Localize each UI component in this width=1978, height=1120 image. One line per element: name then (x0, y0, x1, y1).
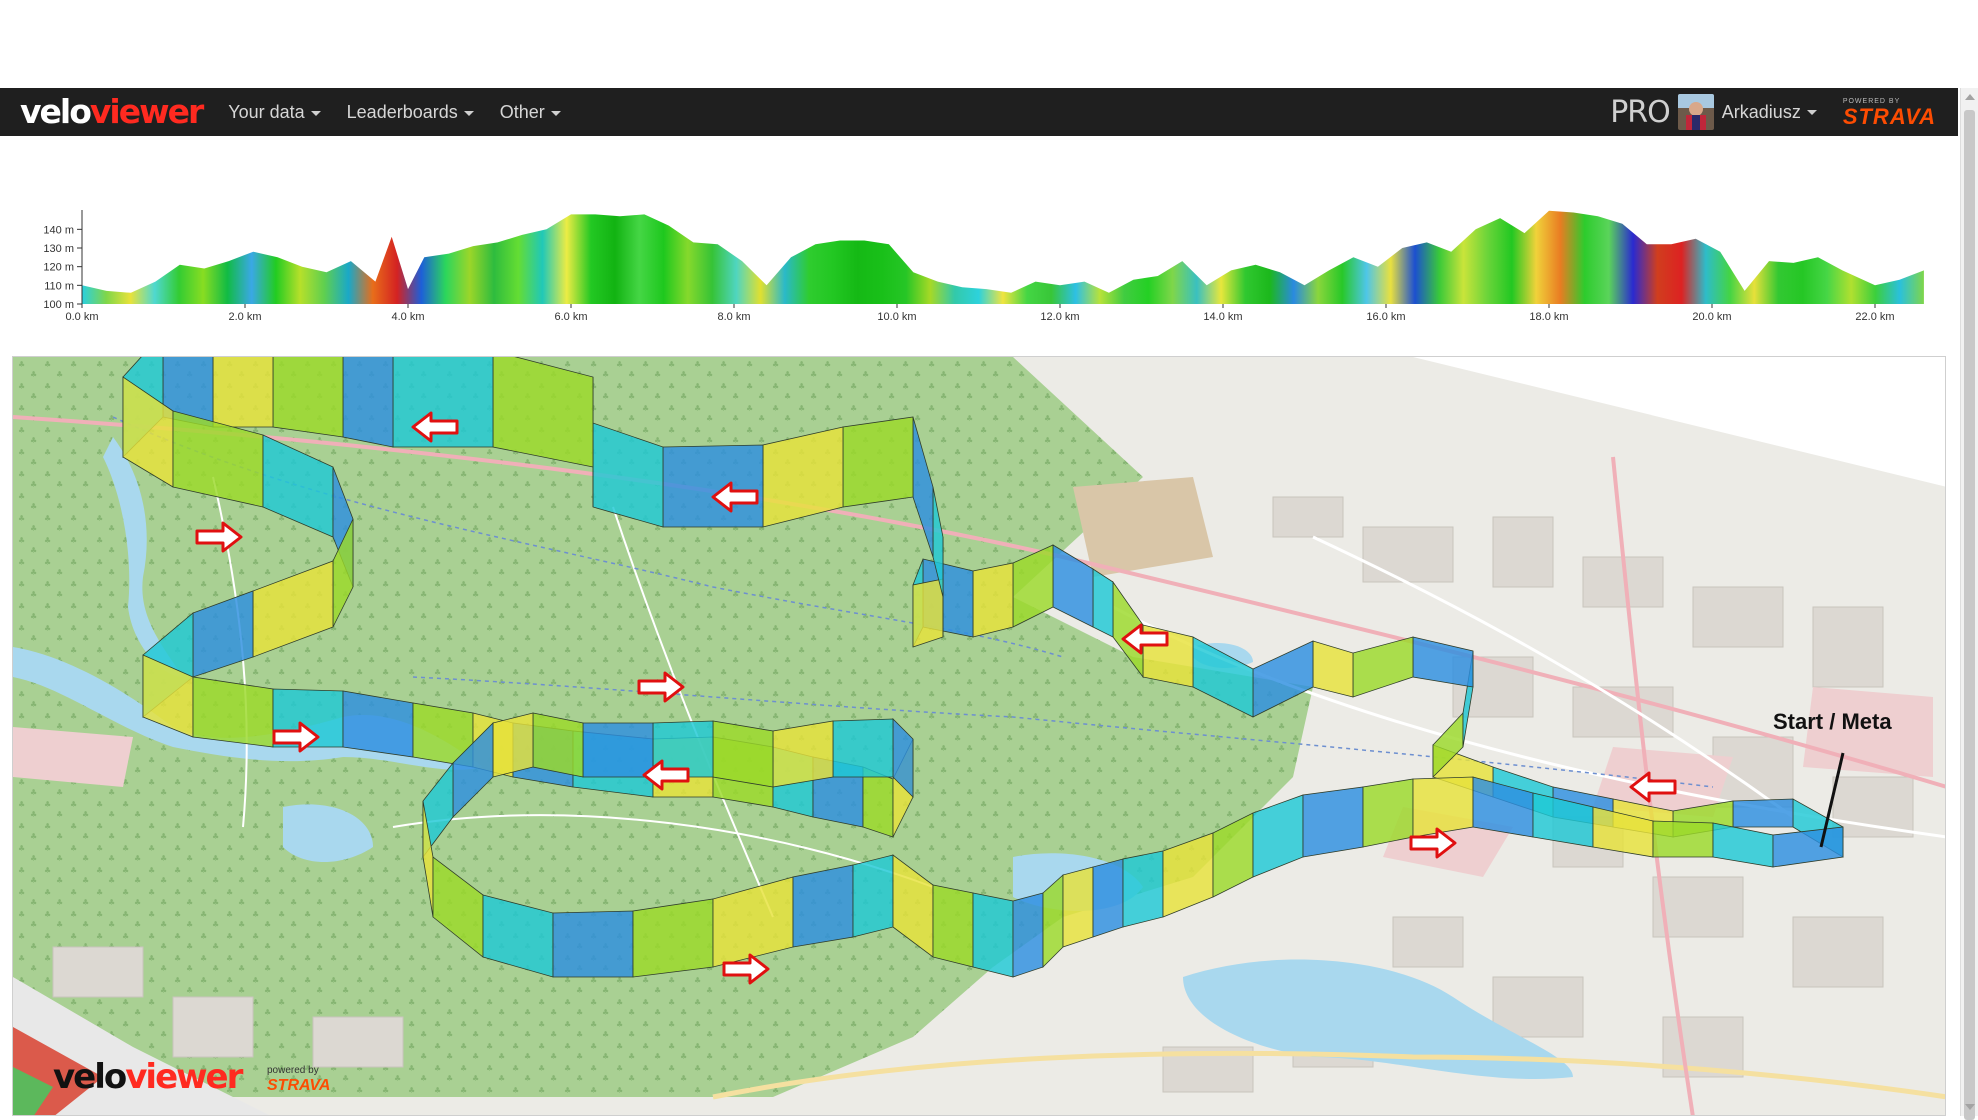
route-wall-segment (1062, 866, 1094, 948)
x-tick-label: 12.0 km (1040, 311, 1079, 323)
caret-down-icon (310, 110, 321, 116)
watermark-velo: velo (53, 1057, 126, 1097)
watermark-powered-by: powered by (267, 1065, 319, 1076)
user-menu[interactable]: Arkadiusz (1722, 102, 1817, 123)
y-tick-label: 140 m (43, 224, 74, 236)
watermark-viewer: viewer (125, 1057, 243, 1097)
route-wall-segment (932, 884, 974, 968)
route-wall-segment (972, 892, 1014, 978)
x-tick-label: 14.0 km (1203, 311, 1242, 323)
y-tick-label: 120 m (43, 262, 74, 274)
nav-other-menu[interactable]: Other (500, 88, 561, 136)
watermark-strava: STRAVA (267, 1077, 330, 1094)
y-tick-label: 130 m (43, 243, 74, 255)
x-tick-label: 0.0 km (65, 311, 98, 323)
route-wall-segment (792, 864, 854, 948)
caret-down-icon (550, 110, 561, 116)
y-tick-label: 100 m (43, 299, 74, 311)
route-wall-segment (582, 722, 654, 778)
route-wall-segment (632, 898, 714, 978)
elevation-profile-chart[interactable]: 140 m 130 m 120 m 110 m 100 m 0.0 km 2.0 km 4.… (30, 200, 1930, 330)
y-axis: 140 m 130 m 120 m 110 m 100 m (43, 224, 82, 311)
nav-your-data-menu[interactable]: Your data (228, 88, 321, 136)
route-wall-segment (1302, 786, 1364, 858)
route-wall-segment (1362, 778, 1414, 848)
y-tick-label: 110 m (44, 280, 74, 292)
x-tick-label: 10.0 km (877, 311, 916, 323)
route-wall-segment (1122, 850, 1164, 928)
route-wall-segment (832, 718, 894, 778)
user-name: Arkadiusz (1721, 101, 1801, 122)
x-tick-label: 8.0 km (717, 311, 750, 323)
route-wall-segment (1012, 892, 1044, 978)
veloviewer-logo[interactable]: veloviewer (20, 88, 204, 136)
route-wall-segment (1412, 776, 1474, 838)
route-wall-segment (972, 562, 1014, 638)
route-wall-segment (912, 578, 944, 648)
route-wall-segment (1092, 858, 1124, 938)
logo-viewer-text: viewer (89, 92, 204, 131)
route-wall-segment (662, 444, 764, 528)
route-wall-segment (712, 720, 774, 788)
x-tick-label: 6.0 km (554, 311, 587, 323)
logo-velo-text: velo (20, 92, 92, 131)
route-wall-segment (342, 357, 394, 448)
top-navbar: veloviewer Your data Leaderboards Other … (0, 88, 1958, 136)
route-wall-segment (842, 416, 914, 508)
route-wall-segment (492, 712, 534, 778)
x-tick-label: 4.0 km (391, 311, 424, 323)
nav-your-data-label: Your data (228, 102, 305, 122)
user-avatar[interactable] (1677, 94, 1714, 130)
nav-leaderboards-menu[interactable]: Leaderboards (347, 88, 474, 136)
route-wall-segment (212, 357, 274, 428)
caret-down-icon (1806, 110, 1817, 116)
x-axis: 0.0 km 2.0 km 4.0 km 6.0 km 8.0 km 10.0 km 12.… (65, 304, 1895, 323)
route-3d-map[interactable]: ♣ ♣ (12, 356, 1946, 1116)
nav-leaderboards-label: Leaderboards (346, 102, 458, 122)
caret-down-icon (463, 110, 474, 116)
route-wall-segment (342, 690, 414, 758)
route-wall-segment (852, 854, 894, 938)
x-tick-label: 2.0 km (228, 311, 261, 323)
start-meta-label: Start / Meta (1773, 709, 1892, 734)
route-wall-segment (1652, 820, 1714, 858)
watermark-logo: veloviewer (53, 1057, 244, 1097)
elevation-area (82, 210, 1924, 304)
scroll-thumb[interactable] (1964, 110, 1975, 1120)
route-wall-segment (192, 676, 274, 748)
route-wall-segment (862, 766, 894, 838)
x-tick-label: 20.0 km (1692, 311, 1731, 323)
x-tick-label: 18.0 km (1529, 311, 1568, 323)
x-tick-label: 22.0 km (1855, 311, 1894, 323)
route-wall-segment (1732, 798, 1794, 828)
nav-right-group: PRO Arkadiusz POWERED BY STRAVA (1610, 88, 1936, 136)
route-wall-segment (772, 720, 834, 788)
route-wall-segment (552, 910, 634, 978)
powered-by-strava[interactable]: POWERED BY STRAVA (1843, 97, 1936, 128)
page-scrollbar[interactable] (1960, 88, 1978, 1120)
strava-logo-text: STRAVA (1842, 103, 1936, 129)
scroll-up-icon[interactable] (1965, 94, 1975, 100)
pro-badge: PRO (1610, 94, 1671, 130)
route-wall-segment (272, 357, 344, 438)
scroll-down-icon[interactable] (1965, 1104, 1975, 1110)
route-wall-segment (532, 712, 584, 778)
nav-other-label: Other (499, 102, 545, 122)
x-tick-label: 16.0 km (1366, 311, 1405, 323)
